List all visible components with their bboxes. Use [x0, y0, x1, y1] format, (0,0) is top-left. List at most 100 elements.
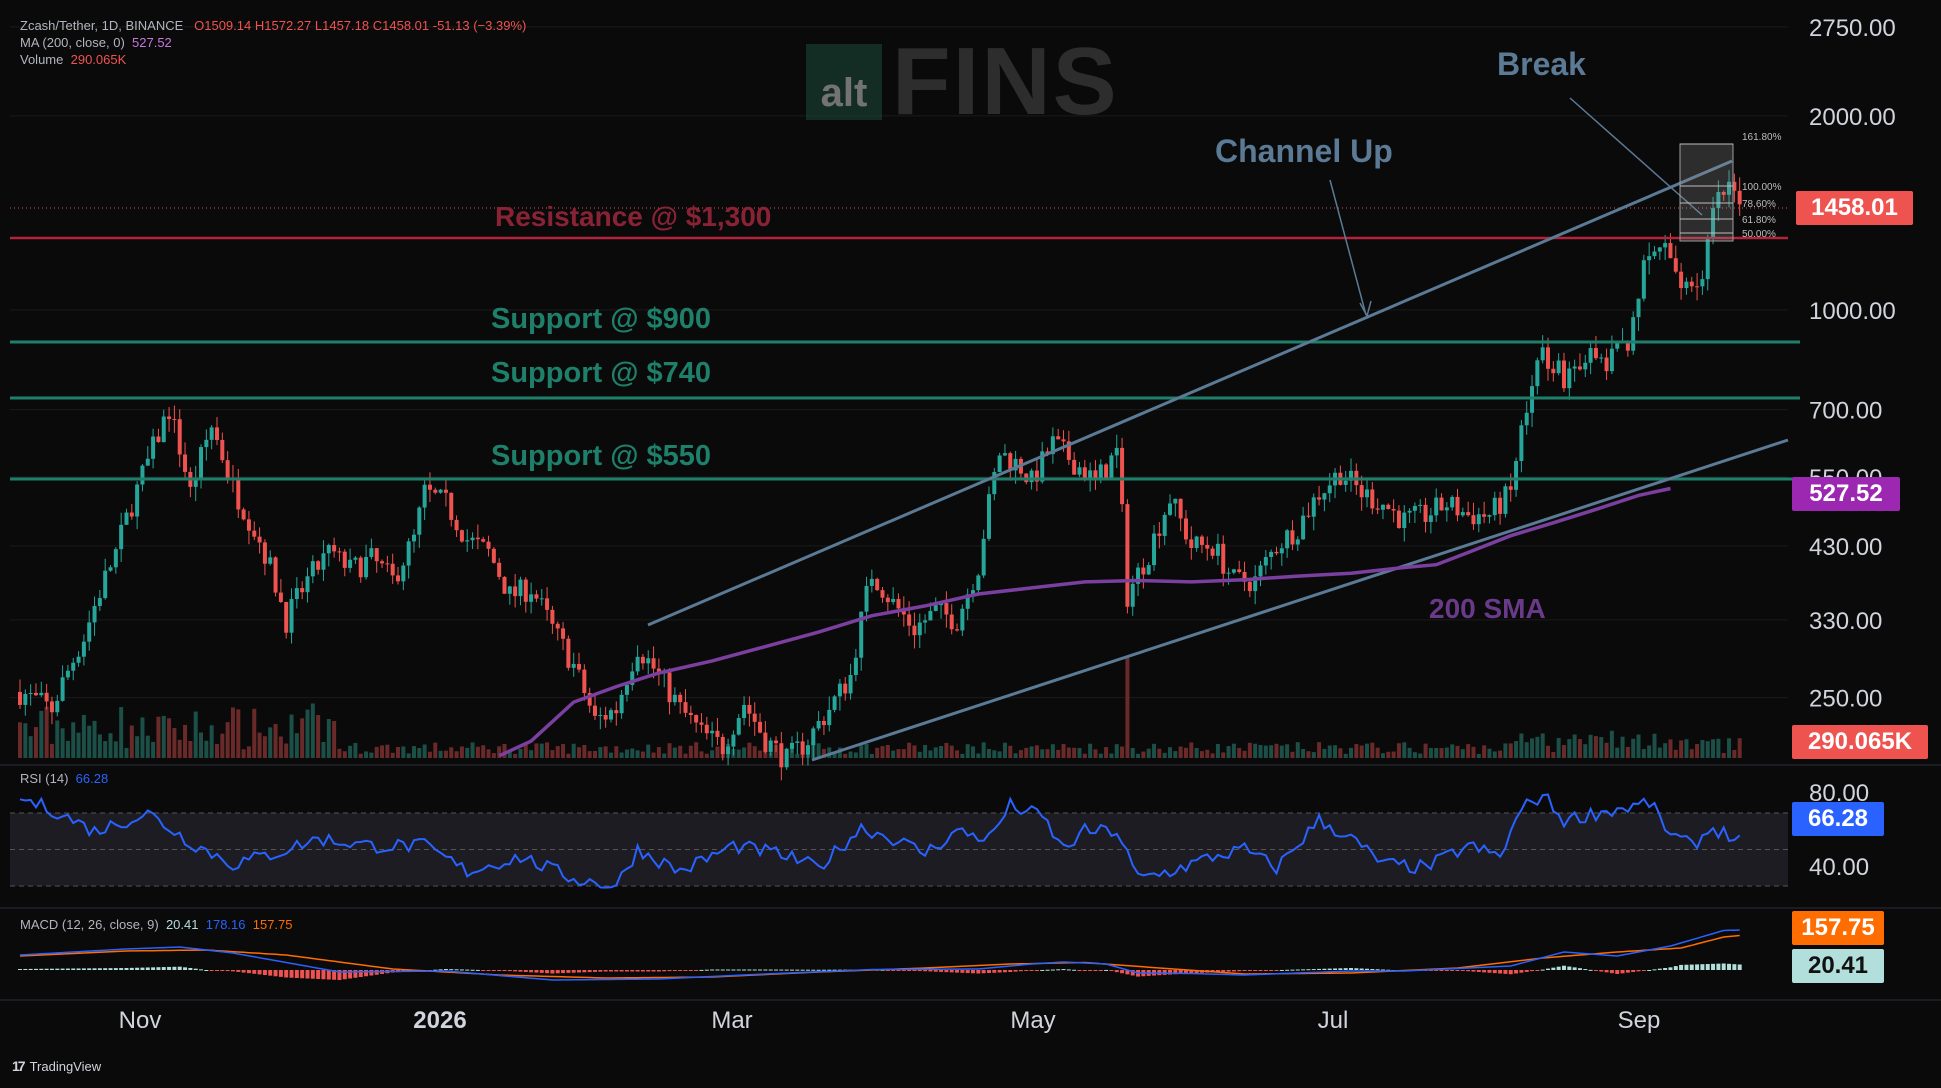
- volume-bar: [1029, 746, 1034, 758]
- candle-body: [912, 625, 917, 636]
- macd-hist-bar: [465, 969, 470, 971]
- macd-hist-bar: [507, 970, 512, 972]
- volume-bar: [1700, 740, 1705, 758]
- volume-bar: [1311, 752, 1316, 758]
- volume-bar: [619, 752, 624, 758]
- candle-body: [1391, 508, 1396, 511]
- volume-bar: [758, 750, 763, 758]
- candle-body: [997, 455, 1002, 473]
- macd-hist-bar: [129, 967, 134, 970]
- candle-body: [113, 549, 118, 568]
- candle-body: [1098, 464, 1103, 478]
- price-axis-tick: 1000.00: [1809, 298, 1896, 325]
- macd-hist-bar: [1018, 970, 1023, 972]
- break-label: Break: [1497, 46, 1586, 82]
- volume-bar: [1199, 751, 1204, 758]
- candle-body: [1593, 348, 1598, 359]
- candle-body: [1679, 271, 1684, 289]
- volume-bar: [1460, 749, 1465, 758]
- candle-body: [758, 721, 763, 733]
- candle-body: [129, 512, 134, 517]
- ma-legend[interactable]: MA (200, close, 0) 527.52: [20, 34, 172, 51]
- volume-bar: [1380, 753, 1385, 758]
- volume-bar: [1226, 746, 1231, 758]
- volume-bar: [896, 749, 901, 758]
- macd-hist-bar: [1588, 969, 1593, 971]
- macd-hist-bar: [470, 969, 475, 971]
- macd-hist-bar: [97, 968, 102, 970]
- volume-legend[interactable]: Volume 290.065K: [20, 51, 126, 68]
- fib-box: [1679, 143, 1734, 242]
- macd-hist-bar: [1620, 970, 1625, 974]
- macd-hist-bar: [1002, 970, 1007, 973]
- macd-hist-bar: [246, 970, 251, 974]
- candle-body: [960, 608, 965, 631]
- volume-bar: [1189, 742, 1194, 758]
- tradingview-logo[interactable]: 17 TradingView: [12, 1058, 101, 1074]
- macd-hist-bar: [1295, 969, 1300, 971]
- macd-hist-bar: [135, 967, 140, 970]
- volume-bar: [1301, 748, 1306, 758]
- rsi-legend[interactable]: RSI (14) 66.28: [20, 771, 108, 786]
- candle-body: [694, 715, 699, 723]
- candle-body: [1450, 496, 1455, 508]
- volume-bar: [1647, 745, 1652, 758]
- candle-body: [406, 541, 411, 566]
- macd-legend[interactable]: MACD (12, 26, close, 9) 20.41 178.16 157…: [20, 917, 293, 932]
- volume-bar: [1668, 739, 1673, 758]
- volume-bar: [1396, 743, 1401, 758]
- volume-bar: [561, 744, 566, 758]
- volume-bar: [1082, 753, 1087, 758]
- macd-hist-bar: [103, 968, 108, 970]
- volume-bar: [300, 718, 305, 758]
- volume-bar: [1338, 748, 1343, 758]
- volume-bar: [316, 715, 321, 758]
- macd-hist-bar: [928, 970, 933, 972]
- macd-hist-bar: [1290, 969, 1295, 971]
- candle-body: [1141, 567, 1146, 575]
- price-axis-tick: 2000.00: [1809, 104, 1896, 131]
- volume-bar: [305, 709, 310, 758]
- volume-bar: [465, 747, 470, 758]
- macd-hist-bar: [1716, 963, 1721, 970]
- volume-bar: [694, 742, 699, 758]
- volume-bar: [1253, 743, 1258, 758]
- candle-body: [1546, 347, 1551, 369]
- volume-bar: [1727, 738, 1732, 758]
- volume-bar: [401, 746, 406, 758]
- macd-hist-bar: [1375, 969, 1380, 971]
- macd-hist-bar: [582, 970, 587, 973]
- candle-body: [1599, 357, 1604, 359]
- candle-body: [821, 720, 826, 726]
- volume-bar: [449, 747, 454, 758]
- macd-hist-bar: [310, 970, 315, 979]
- volume-bar: [1721, 752, 1726, 758]
- candle-body: [1311, 497, 1316, 517]
- volume-bar: [486, 749, 491, 758]
- candle-body: [864, 585, 869, 612]
- rsi-tag: 66.28: [1792, 802, 1884, 836]
- candle-body: [60, 677, 65, 701]
- macd-hist-bar: [1593, 970, 1598, 971]
- volume-bar: [986, 748, 991, 758]
- macd-hist-bar: [1727, 963, 1732, 970]
- candle-body: [1130, 583, 1135, 607]
- volume-bar: [1423, 743, 1428, 758]
- candle-body: [1673, 258, 1678, 272]
- volume-bar: [1577, 739, 1582, 758]
- candle-body: [145, 458, 150, 466]
- candle-body: [278, 592, 283, 602]
- macd-hist-bar: [1237, 970, 1242, 972]
- volume-bar: [108, 733, 113, 758]
- candle-body: [774, 740, 779, 744]
- volume-bar: [1114, 744, 1119, 758]
- macd-hist-bar: [1514, 970, 1519, 974]
- price-axis-tick: 250.00: [1809, 686, 1882, 713]
- volume-bar: [156, 716, 161, 758]
- macd-hist-bar: [161, 967, 166, 970]
- symbol-line: Zcash/Tether, 1D, BINANCE: [20, 18, 184, 33]
- macd-hist-bar: [699, 969, 704, 971]
- volume-bar: [742, 747, 747, 758]
- macd-hist-bar: [1093, 970, 1098, 971]
- volume-bar: [1061, 744, 1066, 758]
